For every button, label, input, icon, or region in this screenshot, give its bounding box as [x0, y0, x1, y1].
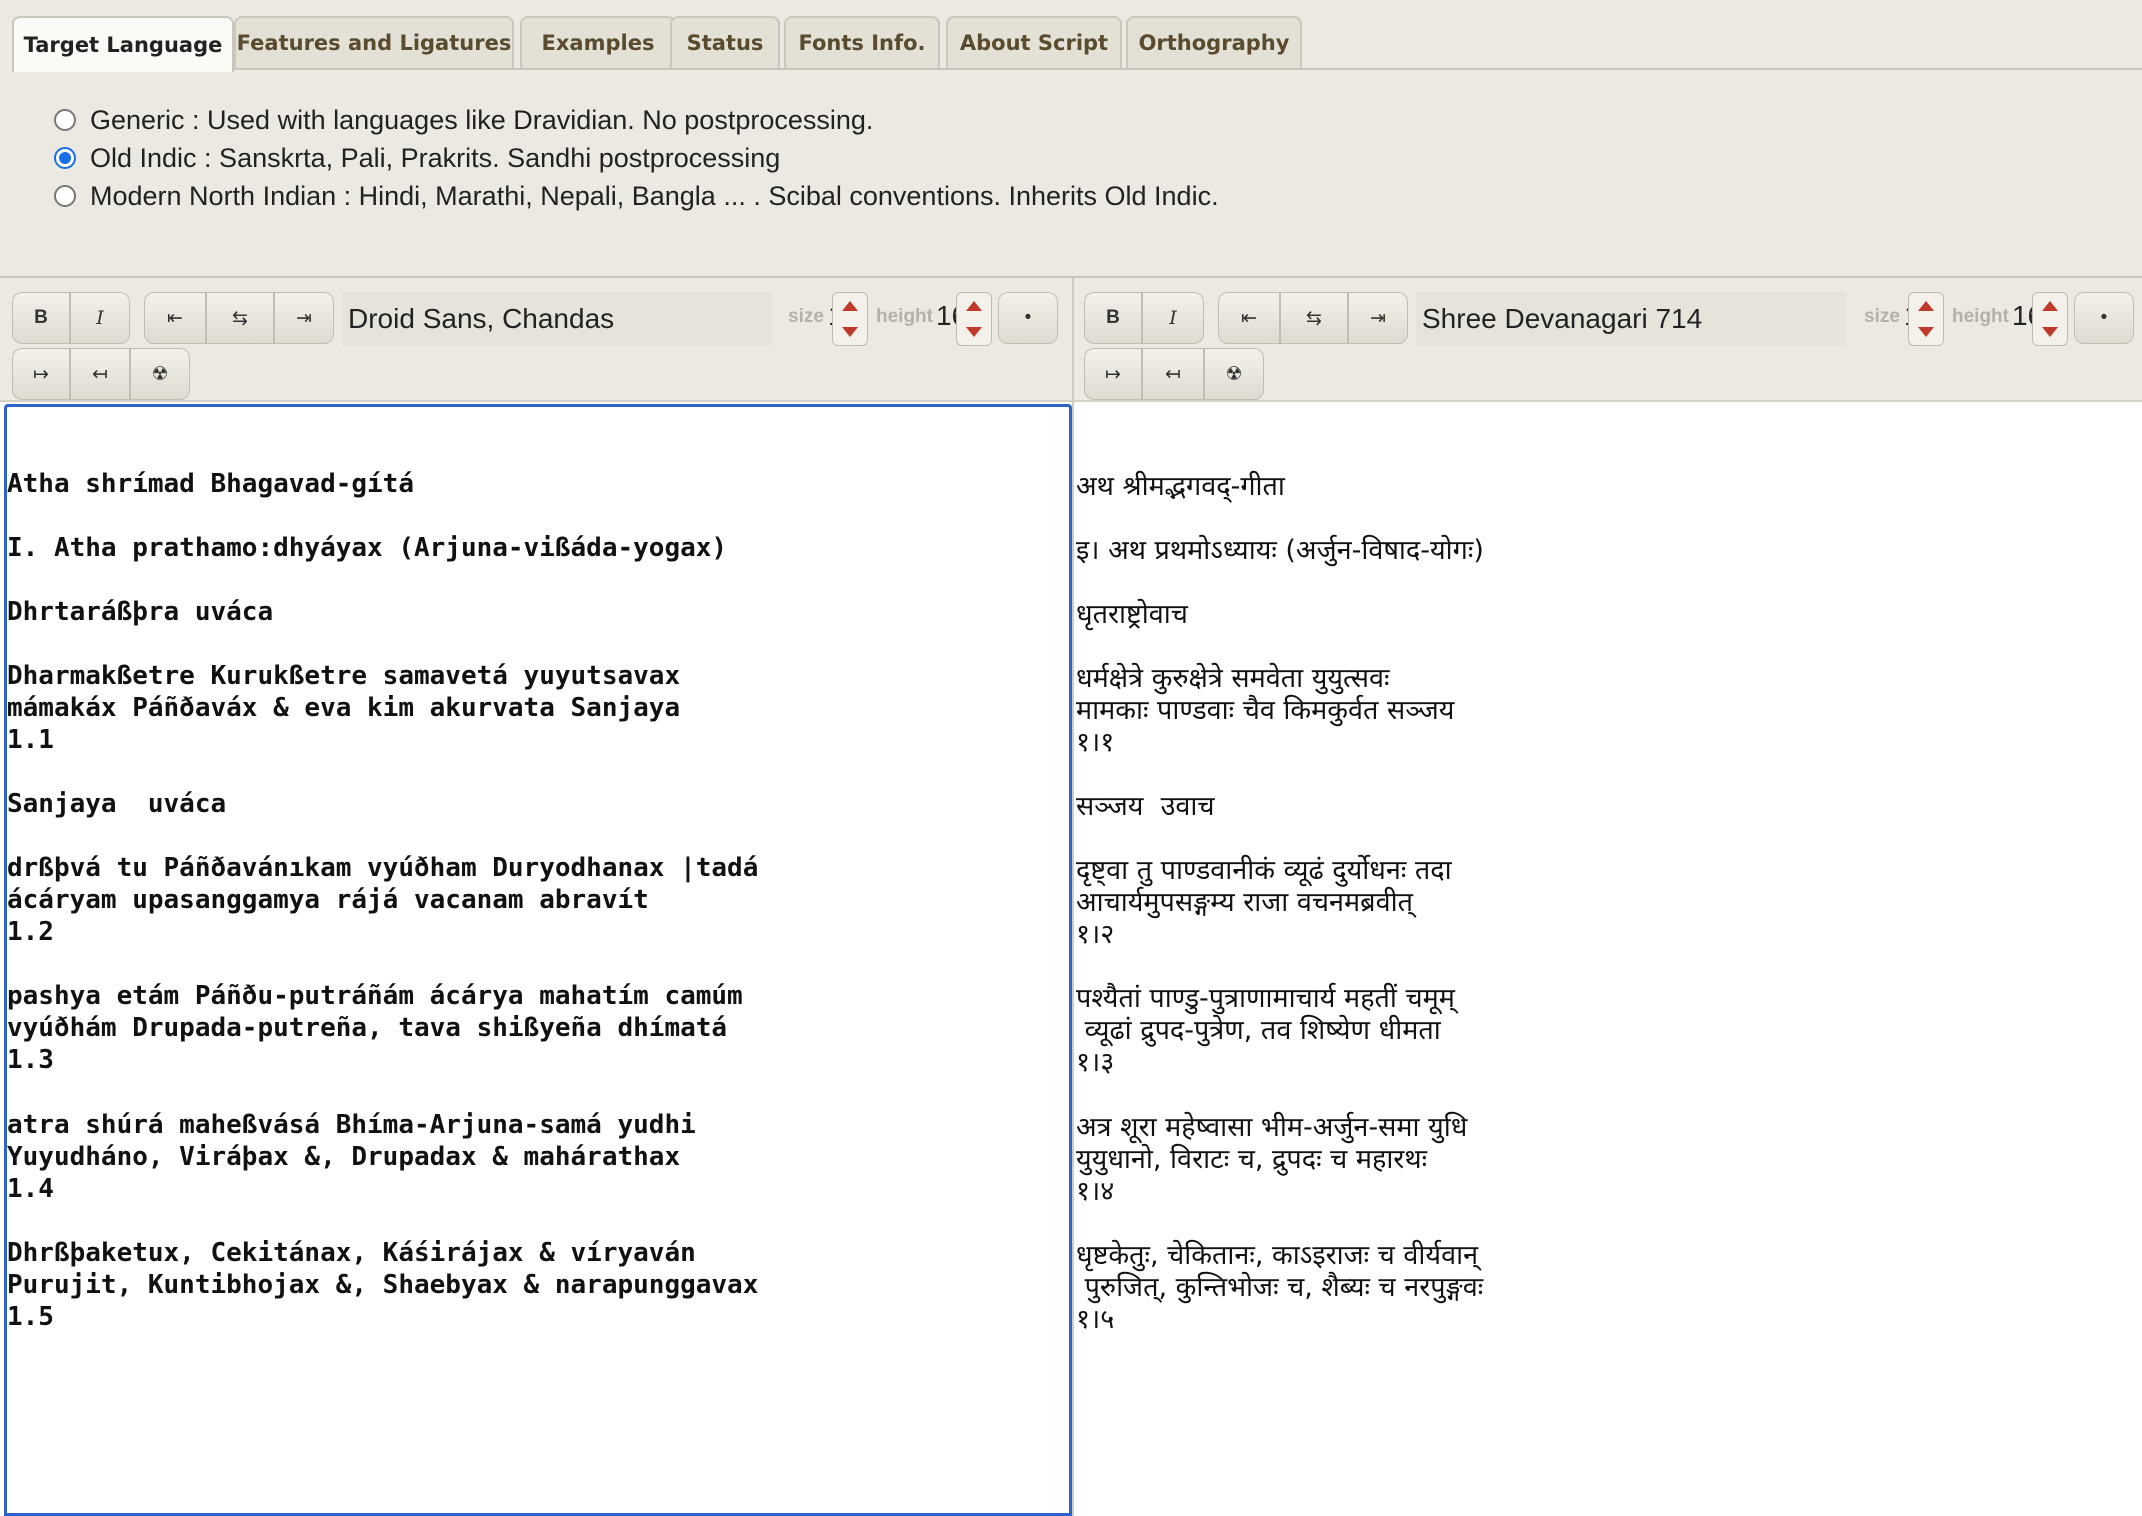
dot-icon[interactable]: • — [998, 292, 1058, 344]
option-old-indic[interactable]: Old Indic : Sanskrta, Pali, Prakrits. Sa… — [54, 142, 780, 174]
text-line: Dharmakßetre Kurukßetre samavetá yuyutsa… — [7, 661, 681, 691]
text-line: १।४ — [1076, 1176, 1115, 1207]
option-modern-north-indian-label: Modern North Indian : Hindi, Marathi, Ne… — [90, 180, 1219, 211]
text-line: pashya etám Páñðu-putráñám ácárya mahatí… — [7, 981, 743, 1011]
bold-button[interactable]: B — [1084, 292, 1142, 344]
text-line: Atha shrímad Bhagavad-gítá — [7, 469, 414, 499]
height-label: height — [876, 306, 933, 327]
tab-features-ligatures[interactable]: Features and Ligatures — [234, 16, 514, 68]
text-line: atra shúrá maheßvásá Bhíma-Arjuna-samá y… — [7, 1110, 696, 1140]
align-left-icon[interactable]: ⇤ — [1218, 292, 1280, 344]
italic-button[interactable]: I — [70, 292, 130, 344]
size-spinner[interactable] — [832, 292, 868, 346]
height-label: height — [1952, 306, 2009, 327]
text-line: mámakáx Páñðaváx & eva kim akurvata Sanj… — [7, 693, 681, 723]
height-value[interactable]: 16 — [936, 300, 958, 332]
outdent-icon[interactable]: ↤ — [1142, 348, 1204, 400]
tab-status[interactable]: Status — [670, 16, 780, 68]
align-right-icon[interactable]: ⇥ — [274, 292, 334, 344]
outdent-icon[interactable]: ↤ — [70, 348, 130, 400]
text-line: Sanjaya uváca — [7, 789, 227, 819]
option-modern-north-indian[interactable]: Modern North Indian : Hindi, Marathi, Ne… — [54, 180, 1219, 212]
text-line: 1.4 — [7, 1174, 54, 1204]
text-line: १।५ — [1076, 1304, 1115, 1335]
align-right-icon[interactable]: ⇥ — [1348, 292, 1408, 344]
left-toolbar: B I ⇤ ⇆ ⇥ Droid Sans, Chandas size 16 he… — [0, 278, 1072, 402]
height-spinner[interactable] — [956, 292, 992, 346]
option-generic-label: Generic : Used with languages like Dravi… — [90, 104, 874, 135]
text-line: 1.2 — [7, 917, 54, 947]
text-line: Dhrßþaketux, Cekitánax, Káśirájax & víry… — [7, 1238, 696, 1268]
clear-icon[interactable]: ☢ — [130, 348, 190, 400]
size-spinner[interactable] — [1908, 292, 1944, 346]
text-line: व्यूढां द्रुपद-पुत्रेण, तव शिष्येण धीमता — [1076, 1015, 1441, 1046]
text-line: 1.1 — [7, 725, 54, 755]
tab-bar: Target Language Features and Ligatures E… — [12, 16, 2142, 72]
tab-examples[interactable]: Examples — [520, 16, 676, 68]
height-spinner[interactable] — [2032, 292, 2068, 346]
radio-modern-north-indian[interactable] — [54, 185, 76, 207]
align-left-icon[interactable]: ⇤ — [144, 292, 206, 344]
text-line: ácáryam upasanggamya rájá vacanam abraví… — [7, 885, 649, 915]
size-label: size — [1864, 306, 1900, 327]
right-toolbar: B I ⇤ ⇆ ⇥ Shree Devanagari 714 size 16 h… — [1074, 278, 2142, 402]
text-line: मामकाः पाण्डवाः चैव किमकुर्वत सञ्जय — [1076, 695, 1455, 726]
radio-generic[interactable] — [54, 109, 76, 131]
tab-orthography[interactable]: Orthography — [1126, 16, 1302, 68]
text-line: सञ्जय उवाच — [1076, 791, 1215, 822]
height-value[interactable]: 16 — [2012, 300, 2034, 332]
font-name-field[interactable]: Droid Sans, Chandas — [342, 292, 772, 346]
size-label: size — [788, 306, 824, 327]
option-generic[interactable]: Generic : Used with languages like Dravi… — [54, 104, 873, 136]
text-line: Purujit, Kuntibhojax &, Shaebyax & narap… — [7, 1270, 759, 1300]
text-line: अथ श्रीमद्भगवद्-गीता — [1076, 471, 1285, 502]
dot-icon[interactable]: • — [2074, 292, 2134, 344]
text-line: इ। अथ प्रथमोऽध्यायः (अर्जुन-विषाद-योगः) — [1076, 535, 1484, 566]
text-line: पुरुजित्, कुन्तिभोजः च, शैब्यः च नरपुङ्ग… — [1076, 1272, 1484, 1303]
text-line: I. Atha prathamo:dhyáyax (Arjuna-vißáda-… — [7, 533, 728, 563]
text-line: 1.3 — [7, 1045, 54, 1075]
italic-button[interactable]: I — [1142, 292, 1204, 344]
text-line: 1.5 — [7, 1302, 54, 1332]
swap-direction-icon[interactable]: ⇆ — [1280, 292, 1348, 344]
tab-fonts-info[interactable]: Fonts Info. — [784, 16, 940, 68]
option-old-indic-label: Old Indic : Sanskrta, Pali, Prakrits. Sa… — [90, 142, 781, 173]
text-line: drßþvá tu Páñðavánıkam vyúðham Duryodhan… — [7, 853, 759, 883]
text-line: १।२ — [1076, 919, 1115, 950]
swap-direction-icon[interactable]: ⇆ — [206, 292, 274, 344]
clear-icon[interactable]: ☢ — [1204, 348, 1264, 400]
text-line: Dhrtaráßþra uváca — [7, 597, 274, 627]
text-line: १।१ — [1076, 727, 1115, 758]
tab-target-language[interactable]: Target Language — [12, 16, 234, 72]
indent-icon[interactable]: ↦ — [12, 348, 70, 400]
font-name-field[interactable]: Shree Devanagari 714 — [1416, 292, 1846, 346]
tab-about-script[interactable]: About Script — [946, 16, 1122, 68]
source-text-editor[interactable]: Atha shrímad Bhagavad-gítá I. Atha prath… — [4, 404, 1072, 1516]
text-line: युयुधानो, विराटः च, द्रुपदः च महारथः — [1076, 1144, 1428, 1175]
bold-button[interactable]: B — [12, 292, 70, 344]
text-line: आचार्यमुपसङ्गम्य राजा वचनमब्रवीत् — [1076, 887, 1413, 918]
radio-old-indic[interactable] — [54, 147, 76, 169]
text-line: Yuyudháno, Viráþax &, Drupadax & mahárat… — [7, 1142, 681, 1172]
text-line: vyúðhám Drupada-putreña, tava shißyeña d… — [7, 1013, 728, 1043]
text-line: १।३ — [1076, 1047, 1115, 1078]
indent-icon[interactable]: ↦ — [1084, 348, 1142, 400]
text-line: धृतराष्ट्रोवाच — [1076, 599, 1188, 630]
settings-panel: Target Language Features and Ligatures E… — [0, 0, 2142, 278]
devanagari-output-pane[interactable]: अथ श्रीमद्भगवद्-गीता इ। अथ प्रथमोऽध्यायः… — [1074, 404, 2142, 1516]
